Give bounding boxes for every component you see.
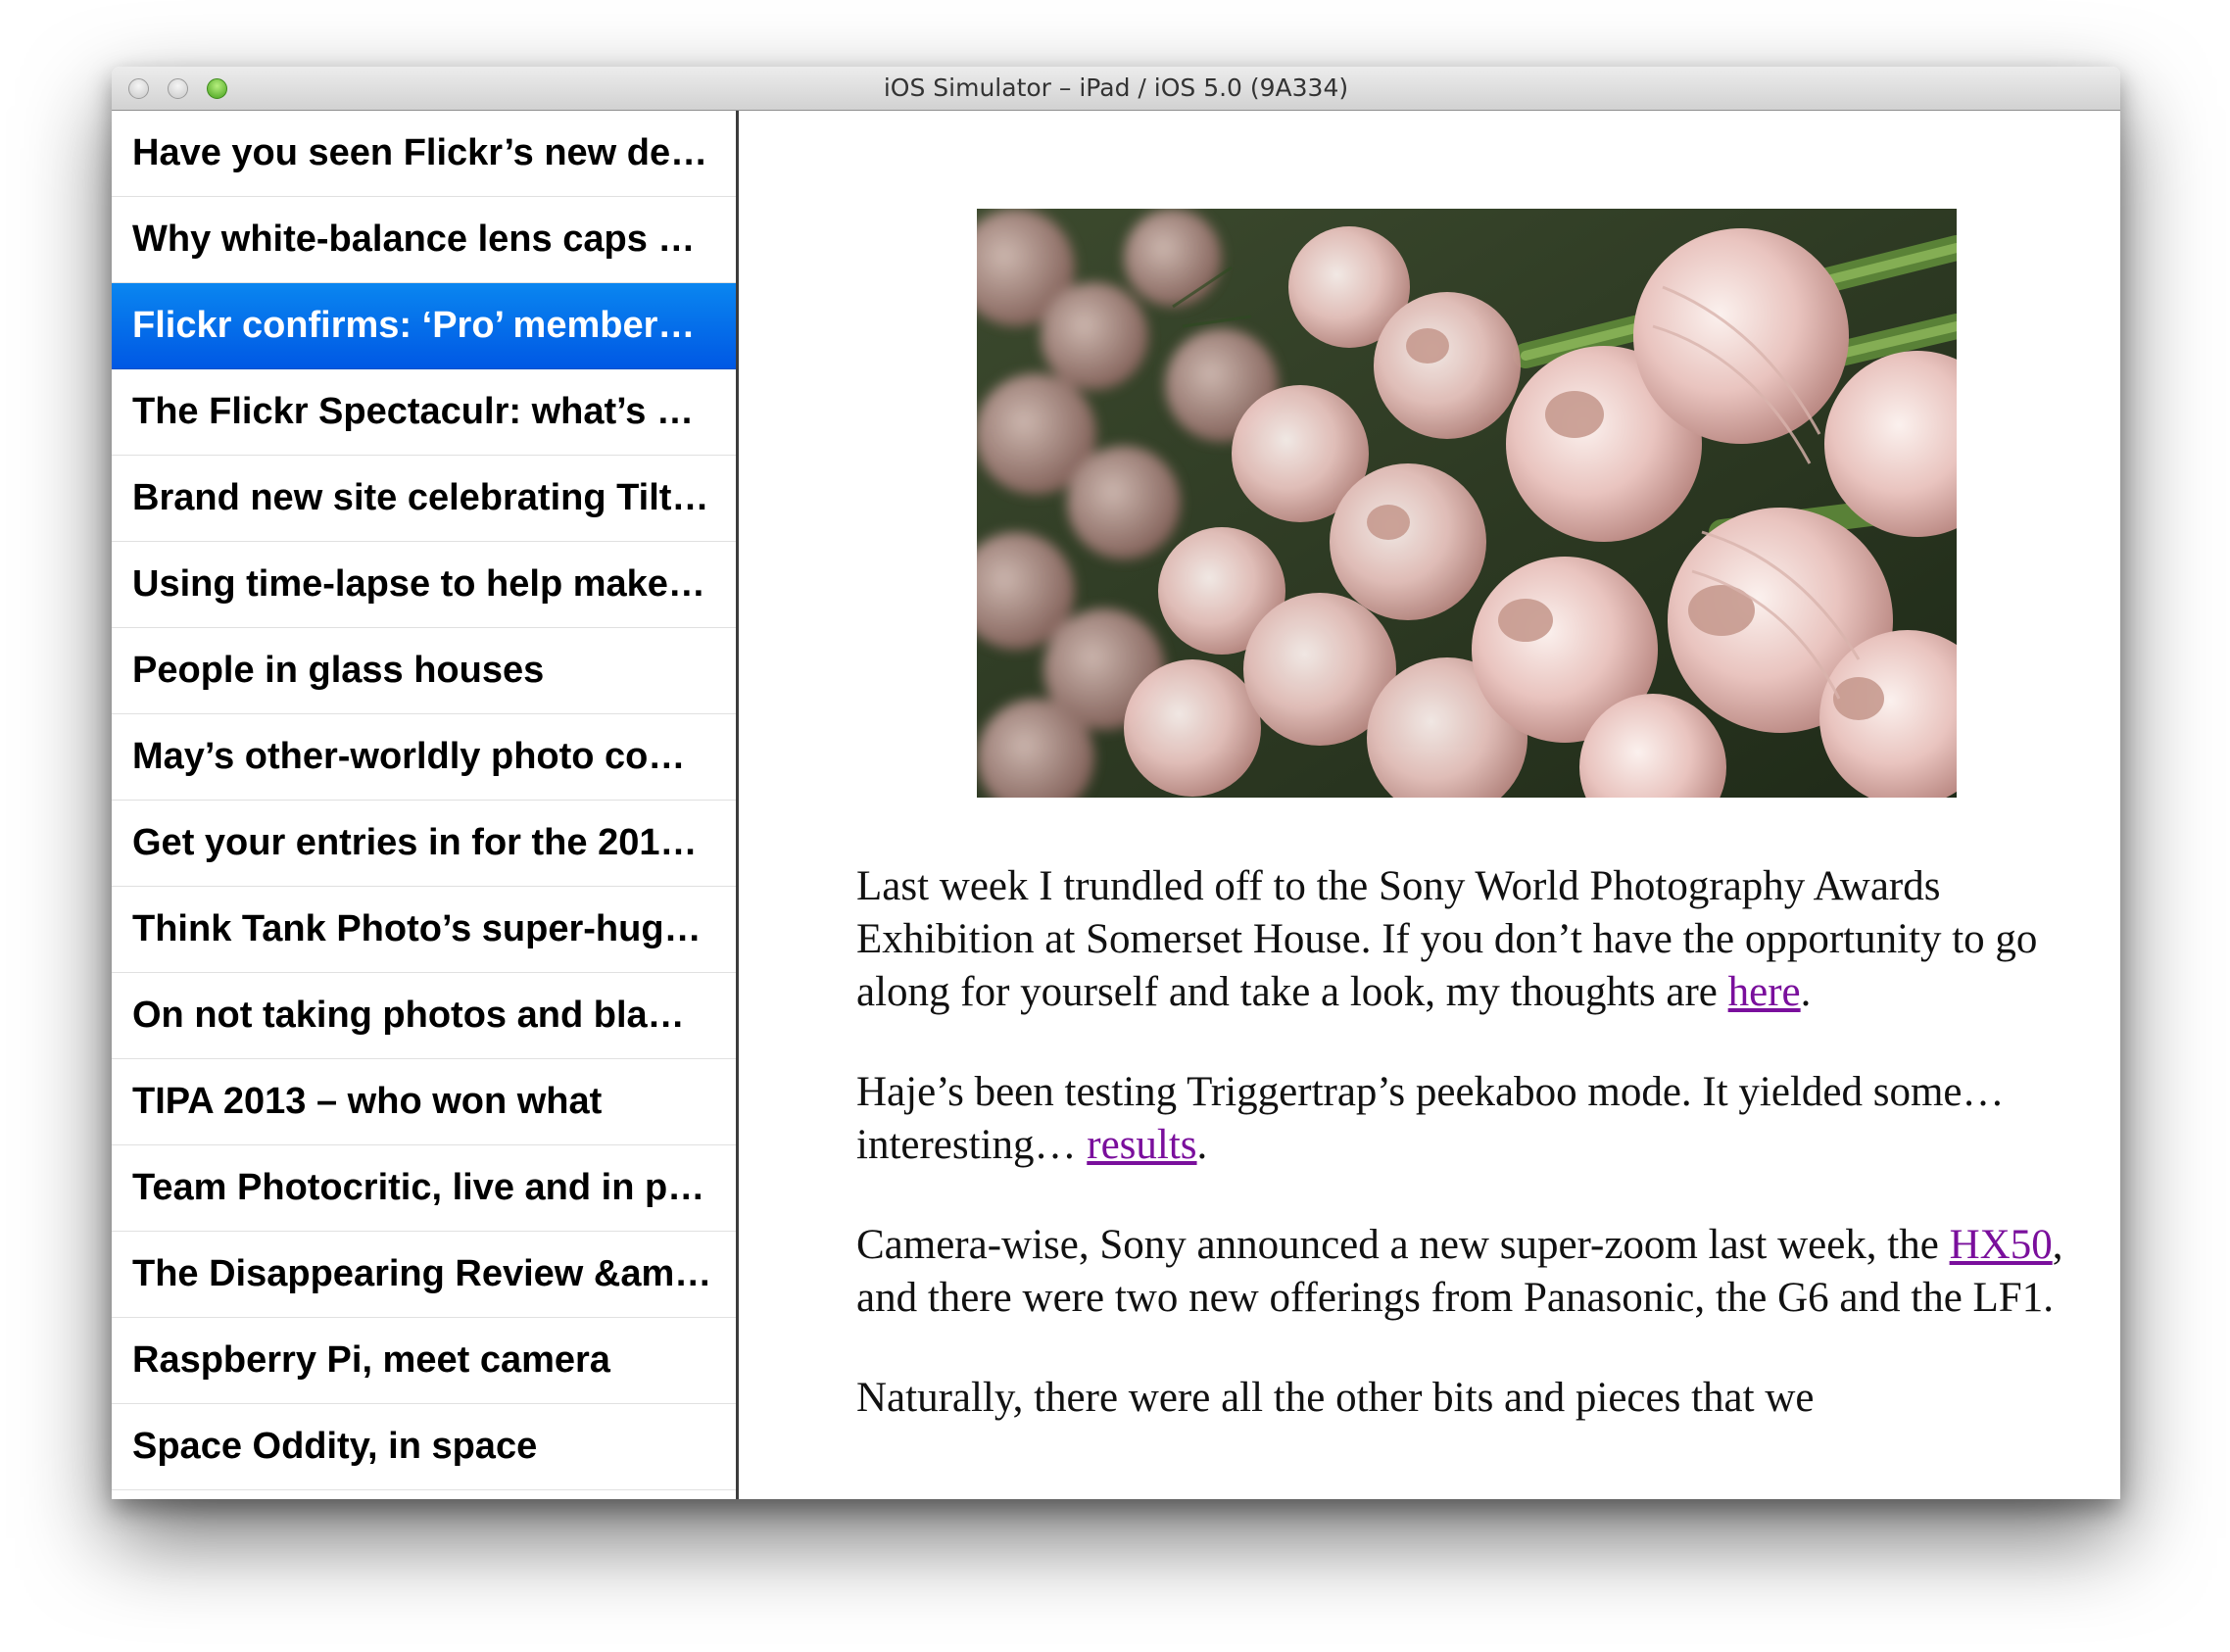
window-title: iOS Simulator – iPad / iOS 5.0 (9A334): [883, 73, 1349, 102]
article-body: Last week I trundled off to the Sony Wor…: [856, 860, 2081, 1472]
list-item[interactable]: Space Oddity, in space: [112, 1404, 736, 1490]
list-item[interactable]: Think Tank Photo’s super-huge bag: [112, 887, 736, 973]
list-item[interactable]: On not taking photos and blaming the cam…: [112, 973, 736, 1059]
list-item[interactable]: Team Photocritic, live and in person: [112, 1145, 736, 1232]
title-bar[interactable]: iOS Simulator – iPad / iOS 5.0 (9A334): [112, 67, 2120, 111]
list-item[interactable]: Get your entries in for the 2013 awards: [112, 801, 736, 887]
simulator-window: iOS Simulator – iPad / iOS 5.0 (9A334) H…: [112, 67, 2120, 1499]
paragraph-text: .: [1800, 969, 1812, 1015]
paragraph-text: Haje’s been testing Triggertrap’s peekab…: [856, 1069, 2005, 1168]
list-item[interactable]: Using time-lapse to help make movies: [112, 542, 736, 628]
list-item[interactable]: Brand new site celebrating Tilt-shift: [112, 456, 736, 542]
paragraph-3: Camera-wise, Sony announced a new super-…: [856, 1219, 2081, 1325]
article-list[interactable]: Have you seen Flickr’s new design? Why w…: [112, 111, 739, 1499]
here-link[interactable]: here: [1728, 969, 1801, 1015]
hx50-link[interactable]: HX50: [1950, 1222, 2053, 1268]
article-photo: [977, 209, 1957, 798]
list-item[interactable]: TIPA 2013 – who won what: [112, 1059, 736, 1145]
fennel-photo-illustration: [977, 209, 1957, 798]
results-link[interactable]: results: [1087, 1122, 1196, 1168]
ipad-screen: Have you seen Flickr’s new design? Why w…: [112, 111, 2120, 1499]
list-item[interactable]: The Flickr Spectaculr: what’s new: [112, 369, 736, 456]
paragraph-text: Last week I trundled off to the Sony Wor…: [856, 863, 2038, 1015]
list-item-selected[interactable]: Flickr confirms: ‘Pro’ membership is gon…: [112, 283, 736, 369]
list-item[interactable]: May’s other-worldly photo competition: [112, 714, 736, 801]
article-detail[interactable]: Last week I trundled off to the Sony Wor…: [739, 111, 2120, 1499]
paragraph-text: .: [1196, 1122, 1208, 1168]
list-item[interactable]: Raspberry Pi, meet camera: [112, 1318, 736, 1404]
list-item[interactable]: The Disappearing Review &amp; more: [112, 1232, 736, 1318]
paragraph-4: Naturally, there were all the other bits…: [856, 1372, 2081, 1425]
list-item[interactable]: People in glass houses: [112, 628, 736, 714]
list-item[interactable]: Have you seen Flickr’s new design?: [112, 111, 736, 197]
paragraph-2: Haje’s been testing Triggertrap’s peekab…: [856, 1066, 2081, 1172]
paragraph-text: Naturally, there were all the other bits…: [856, 1375, 1815, 1421]
list-item[interactable]: Why white-balance lens caps are a scam: [112, 197, 736, 283]
paragraph-1: Last week I trundled off to the Sony Wor…: [856, 860, 2081, 1019]
paragraph-text: Camera-wise, Sony announced a new super-…: [856, 1222, 1950, 1268]
